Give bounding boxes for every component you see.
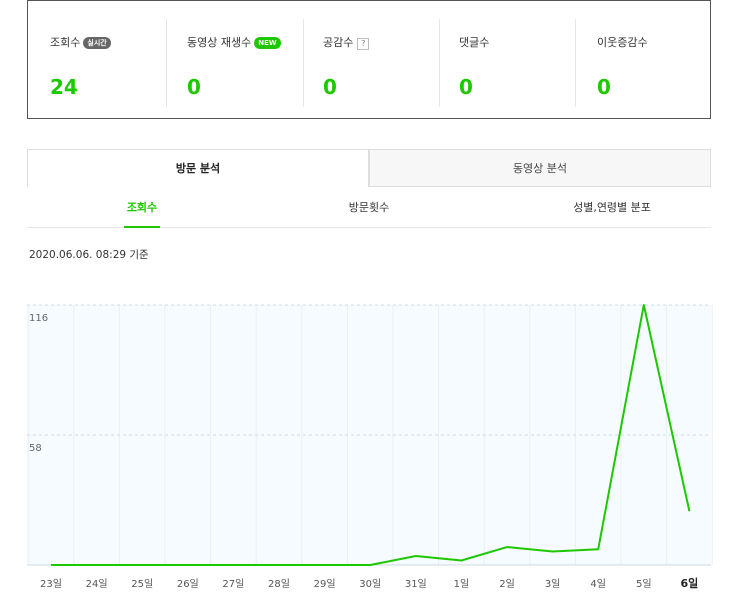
- y-tick-label: 116: [29, 313, 48, 324]
- x-tick-label: 26일: [177, 578, 199, 590]
- x-tick-label: 6일: [681, 576, 699, 590]
- x-tick-label: 28일: [268, 578, 290, 590]
- y-tick-label: 58: [29, 443, 42, 454]
- x-tick-label: 25일: [131, 578, 153, 590]
- x-tick-label: 30일: [359, 578, 381, 590]
- x-tick-label: 31일: [405, 578, 427, 590]
- x-tick-label: 23일: [40, 578, 62, 590]
- x-tick-label: 2일: [499, 578, 515, 590]
- x-tick-label: 24일: [86, 578, 108, 590]
- x-tick-label: 3일: [545, 578, 561, 590]
- x-tick-label: 5일: [636, 578, 652, 590]
- x-tick-label: 27일: [222, 578, 244, 590]
- views-line-chart: 58 116 23일 24일 25일 26일 27일 28일 29일 30일 31일 1일 2일 3일 4…: [27, 304, 713, 590]
- x-tick-label: 1일: [454, 578, 470, 590]
- x-tick-label: 4일: [590, 578, 606, 590]
- x-tick-labels: 23일 24일 25일 26일 27일 28일 29일 30일 31일 1일 2일 3일 4일 5일 6일: [40, 576, 698, 590]
- x-tick-label: 29일: [314, 578, 336, 590]
